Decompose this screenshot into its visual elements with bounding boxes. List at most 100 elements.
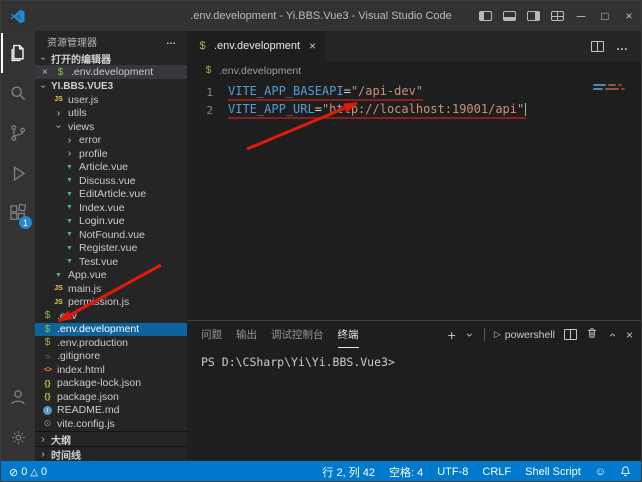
- status-item-2-42[interactable]: 行 2, 列 42: [322, 464, 375, 480]
- terminal-dropdown-icon[interactable]: ›: [463, 330, 477, 340]
- search-icon[interactable]: [1, 73, 35, 113]
- terminal-instance-label: powershell: [505, 329, 555, 341]
- tree-item-user-js[interactable]: JSuser.js: [35, 93, 187, 107]
- tree-item-label: index.html: [57, 364, 105, 376]
- tree-item-permission-js[interactable]: JSpermission.js: [35, 296, 187, 310]
- close-icon[interactable]: ×: [42, 67, 50, 78]
- file-tree: JSuser.js›utils›views›error›profile▼Arti…: [35, 93, 187, 431]
- terminal-prompt: PS D:\CSharp\Yi\Yi.BBS.Vue3>: [201, 355, 395, 369]
- toggle-secondary-sidebar-icon[interactable]: [521, 1, 545, 31]
- timeline-section-header[interactable]: › 时间线: [35, 446, 187, 461]
- outline-section-header[interactable]: › 大纲: [35, 431, 187, 446]
- tree-item-index-html[interactable]: <>index.html: [35, 363, 187, 377]
- tree-item-error[interactable]: ›error: [35, 134, 187, 148]
- source-control-icon[interactable]: [1, 113, 35, 153]
- chevron-right-icon: ›: [63, 147, 76, 160]
- minimize-button[interactable]: ─: [569, 1, 593, 31]
- open-editor-item[interactable]: × $ .env.development: [35, 65, 187, 79]
- tree-item-label: README.md: [57, 404, 119, 416]
- maximize-button[interactable]: □: [593, 1, 617, 31]
- extensions-icon[interactable]: 1: [1, 193, 35, 233]
- tree-item-env[interactable]: $.env: [35, 309, 187, 323]
- tree-item-test-vue[interactable]: ▼Test.vue: [35, 255, 187, 269]
- tree-item-profile[interactable]: ›profile: [35, 147, 187, 161]
- code-line-1[interactable]: 1VITE_APP_BASEAPI="/api-dev": [187, 83, 641, 101]
- status-bar: ⊘ 0 △ 0 行 2, 列 42 空格: 4 UTF-8 CRLF Shell Scr…: [1, 461, 641, 482]
- status-item-4[interactable]: 空格: 4: [389, 464, 423, 480]
- title-bar: .env.development - Yi.BBS.Vue3 - Visual …: [1, 1, 641, 31]
- tree-item-gitignore[interactable]: ○.gitignore: [35, 350, 187, 364]
- code-editor[interactable]: 1VITE_APP_BASEAPI="/api-dev"2VITE_APP_UR…: [187, 80, 641, 320]
- kill-terminal-icon[interactable]: [586, 327, 598, 342]
- project-root-header[interactable]: › YI.BBS.VUE3: [35, 79, 187, 93]
- panel-tab-[interactable]: 输出: [236, 321, 257, 348]
- tree-item-label: Test.vue: [79, 256, 118, 268]
- panel-tab-[interactable]: 调试控制台: [271, 321, 324, 348]
- env-key-token: VITE_APP_URL: [228, 102, 315, 116]
- sidebar-more-actions-icon[interactable]: …: [166, 36, 177, 47]
- tree-item-vite-config-js[interactable]: ⊙vite.config.js: [35, 417, 187, 431]
- notifications-bell-icon[interactable]: [620, 465, 631, 480]
- chevron-down-icon: ›: [38, 81, 49, 91]
- line-content: VITE_APP_URL="http://localhost:19001/api…: [228, 102, 526, 119]
- tree-item-utils[interactable]: ›utils: [35, 107, 187, 121]
- customize-layout-icon[interactable]: [545, 1, 569, 31]
- tab-env-development[interactable]: $ .env.development ×: [187, 31, 325, 61]
- operator-token: =: [344, 84, 351, 98]
- vscode-logo-icon: [10, 9, 25, 24]
- env-file-icon: $: [196, 40, 209, 53]
- open-editors-header[interactable]: › 打开的编辑器: [35, 51, 187, 65]
- panel-tab-[interactable]: 终端: [338, 321, 359, 348]
- tree-item-register-vue[interactable]: ▼Register.vue: [35, 242, 187, 256]
- toggle-panel-icon[interactable]: [497, 1, 521, 31]
- breadcrumb[interactable]: $ .env.development: [187, 61, 641, 80]
- tree-item-editarticle-vue[interactable]: ▼EditArticle.vue: [35, 188, 187, 202]
- status-item-crlf[interactable]: CRLF: [482, 466, 511, 478]
- tree-item-label: package.json: [57, 391, 119, 403]
- env-file-icon: $: [202, 64, 215, 77]
- close-panel-icon[interactable]: ×: [626, 328, 633, 342]
- tree-item-notfound-vue[interactable]: ▼NotFound.vue: [35, 228, 187, 242]
- chevron-right-icon: ›: [63, 134, 76, 147]
- terminal-output[interactable]: PS D:\CSharp\Yi\Yi.BBS.Vue3>: [187, 348, 641, 369]
- tree-item-env-production[interactable]: $.env.production: [35, 336, 187, 350]
- tree-item-package-json[interactable]: {}package.json: [35, 390, 187, 404]
- code-line-2[interactable]: 2VITE_APP_URL="http://localhost:19001/ap…: [187, 101, 641, 119]
- close-button[interactable]: ×: [617, 1, 641, 31]
- editor-tab-bar: $ .env.development × …: [187, 31, 641, 61]
- tree-item-index-vue[interactable]: ▼Index.vue: [35, 201, 187, 215]
- tree-item-article-vue[interactable]: ▼Article.vue: [35, 161, 187, 175]
- run-debug-icon[interactable]: [1, 153, 35, 193]
- maximize-panel-icon[interactable]: ›: [605, 330, 619, 340]
- tab-label: .env.development: [214, 40, 300, 52]
- editor-more-actions-icon[interactable]: …: [616, 39, 629, 53]
- split-terminal-icon[interactable]: [564, 329, 577, 340]
- tree-item-login-vue[interactable]: ▼Login.vue: [35, 215, 187, 229]
- status-item-shell-script[interactable]: Shell Script: [525, 466, 581, 478]
- tree-item-views[interactable]: ›views: [35, 120, 187, 134]
- split-editor-icon[interactable]: [591, 41, 604, 52]
- operator-token: =: [315, 102, 322, 116]
- explorer-sidebar: 资源管理器 … › 打开的编辑器 × $ .env.development › …: [35, 31, 187, 461]
- problems-status[interactable]: ⊘ 0 △ 0: [9, 466, 47, 479]
- tree-item-package-lock-json[interactable]: {}package-lock.json: [35, 377, 187, 391]
- panel-tab-[interactable]: 问题: [201, 321, 222, 348]
- tree-item-env-development[interactable]: $.env.development: [35, 323, 187, 337]
- feedback-smiley-icon[interactable]: ☺: [595, 466, 606, 478]
- terminal-instance-powershell[interactable]: ▷ powershell: [494, 329, 555, 341]
- chevron-right-icon: ›: [52, 107, 65, 120]
- tree-item-main-js[interactable]: JSmain.js: [35, 282, 187, 296]
- settings-gear-icon[interactable]: [1, 417, 35, 457]
- new-terminal-icon[interactable]: +: [448, 327, 456, 343]
- tree-item-label: Login.vue: [79, 215, 125, 227]
- tree-item-discuss-vue[interactable]: ▼Discuss.vue: [35, 174, 187, 188]
- explorer-icon[interactable]: [1, 33, 35, 73]
- toggle-sidebar-icon[interactable]: [473, 1, 497, 31]
- tab-close-icon[interactable]: ×: [309, 39, 316, 53]
- tree-item-label: utils: [68, 107, 87, 119]
- status-item-utf-8[interactable]: UTF-8: [437, 466, 468, 478]
- tree-item-readme-md[interactable]: iREADME.md: [35, 404, 187, 418]
- minimap: [593, 84, 629, 92]
- account-icon[interactable]: [1, 377, 35, 417]
- tree-item-app-vue[interactable]: ▼App.vue: [35, 269, 187, 283]
